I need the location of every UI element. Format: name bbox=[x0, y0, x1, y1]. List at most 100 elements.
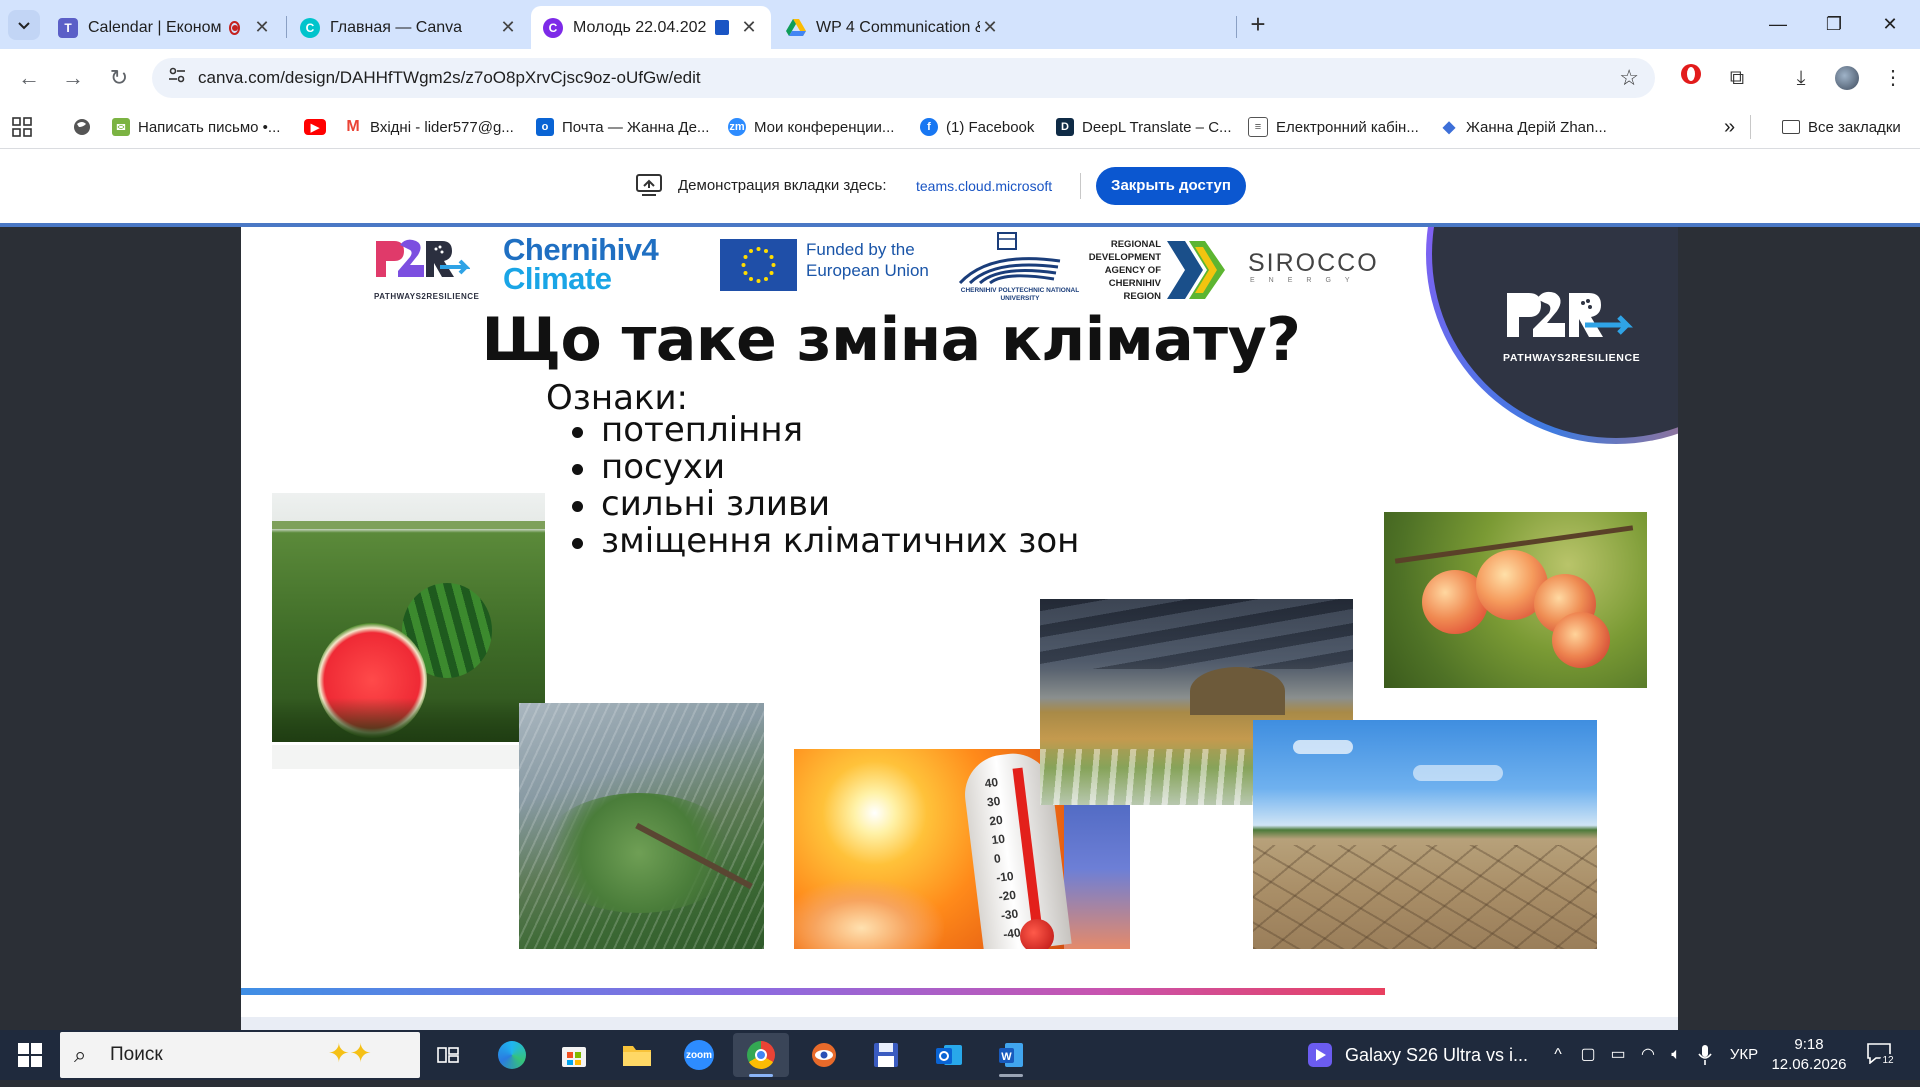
google-drive-icon bbox=[786, 18, 806, 38]
wifi-icon[interactable]: ◠ bbox=[1636, 1030, 1660, 1080]
sharing-target-link[interactable]: teams.cloud.microsoft bbox=[916, 149, 1052, 223]
tab-calendar[interactable]: T Calendar | Економіка підпр ✕ bbox=[46, 6, 284, 49]
show-hidden-icons[interactable]: ^ bbox=[1546, 1030, 1570, 1080]
media-title[interactable]: Galaxy S26 Ultra vs i... bbox=[1345, 1030, 1528, 1080]
polytechnic-logo bbox=[958, 232, 1061, 285]
sharing-divider bbox=[1080, 173, 1081, 199]
bookmark-gmail[interactable]: M Вхідні - lider577@g... bbox=[344, 106, 514, 148]
file-explorer-icon[interactable] bbox=[609, 1033, 665, 1077]
stop-sharing-button[interactable]: Закрыть доступ bbox=[1096, 167, 1246, 205]
chernihiv-logo-line1: Chernihiv4 bbox=[503, 232, 659, 267]
outlook-app-icon[interactable] bbox=[921, 1033, 977, 1077]
more-bookmarks-icon[interactable]: » bbox=[1724, 106, 1735, 148]
tab-canva-home[interactable]: C Главная — Canva ✕ bbox=[288, 6, 530, 49]
document-icon: ≡ bbox=[1248, 117, 1268, 137]
sirocco-subtitle: ENERGY bbox=[1250, 277, 1364, 284]
site-info-icon[interactable] bbox=[162, 63, 192, 93]
rda-line: AGENCY OF bbox=[1104, 265, 1161, 276]
task-view-icon[interactable] bbox=[420, 1033, 476, 1077]
media-player-icon[interactable] bbox=[1308, 1043, 1332, 1067]
outlook-icon: o bbox=[536, 118, 554, 136]
slide-title: Що таке зміна клімату? bbox=[481, 305, 1301, 375]
close-icon[interactable]: ✕ bbox=[980, 17, 1000, 38]
dry-field-photo[interactable] bbox=[1253, 720, 1597, 949]
list-item: потепління bbox=[572, 412, 1079, 449]
windows-start-icon[interactable] bbox=[18, 1043, 42, 1067]
rda-line: REGION bbox=[1123, 291, 1161, 302]
profile-avatar[interactable] bbox=[1832, 63, 1862, 93]
save-disk-icon[interactable] bbox=[858, 1033, 914, 1077]
close-window-button[interactable]: ✕ bbox=[1862, 0, 1918, 49]
extensions-icon[interactable]: ⧉ bbox=[1722, 63, 1752, 93]
opera-extension-icon[interactable] bbox=[1676, 63, 1706, 93]
watermelon-field-photo[interactable] bbox=[272, 493, 545, 742]
thermometer-tick: 30 bbox=[986, 793, 1002, 810]
eu-flag-icon bbox=[720, 239, 797, 291]
restore-button[interactable]: ❐ bbox=[1806, 0, 1862, 49]
polytechnic-caption: CHERNIHIV POLYTECHNIC NATIONAL UNIVERSIT… bbox=[960, 287, 1080, 302]
tab-search-button[interactable] bbox=[8, 10, 40, 40]
bookmark-star-icon[interactable]: ☆ bbox=[1619, 63, 1639, 93]
bookmark-zhanna[interactable]: ◆ Жанна Дерій Zhan... bbox=[1440, 106, 1607, 148]
canva-icon: C bbox=[543, 17, 563, 38]
edge-icon[interactable] bbox=[484, 1033, 540, 1077]
rain-on-tree-photo[interactable] bbox=[519, 703, 764, 949]
bookmark-deepl[interactable]: D DeepL Translate – C... bbox=[1056, 106, 1232, 148]
close-icon[interactable]: ✕ bbox=[739, 17, 759, 38]
reload-button[interactable]: ↻ bbox=[104, 63, 134, 93]
menu-dots-icon[interactable]: ⋮ bbox=[1878, 63, 1908, 93]
downloads-icon[interactable]: ⤓ bbox=[1786, 63, 1816, 93]
bookmarks-bar: ✉ Написать письмо •... ▶ M Вхідні - lide… bbox=[0, 106, 1920, 149]
zoom-app-icon[interactable]: zoom bbox=[671, 1033, 727, 1077]
youtube-icon[interactable]: ▶ bbox=[304, 106, 334, 148]
thermometer-tick: -20 bbox=[997, 887, 1017, 904]
meet-now-icon[interactable]: ▢ bbox=[1576, 1030, 1600, 1080]
p2r-caption: PATHWAYS2RESILIENCE bbox=[374, 292, 480, 301]
forward-button[interactable]: → bbox=[58, 63, 88, 93]
address-bar[interactable]: canva.com/design/DAHHfTWgm2s/z7oO8pXrvCj… bbox=[152, 58, 1655, 98]
mail-icon: ✉ bbox=[112, 118, 130, 136]
bookmark-facebook[interactable]: f (1) Facebook bbox=[920, 106, 1034, 148]
close-icon[interactable]: ✕ bbox=[252, 17, 272, 38]
thermometer-tick: 40 bbox=[983, 775, 999, 791]
active-indicator bbox=[749, 1074, 773, 1077]
tab-canva-design[interactable]: C Молодь 22.04.2026 — Пре ✕ bbox=[531, 6, 771, 49]
bookmark-zoom[interactable]: zm Мои конференции... bbox=[728, 106, 894, 148]
all-bookmarks[interactable]: Все закладки bbox=[1782, 106, 1901, 148]
language-indicator[interactable]: УКР bbox=[1722, 1030, 1766, 1080]
browser-toolbar: ← → ↻ canva.com/design/DAHHfTWgm2s/z7oO8… bbox=[0, 49, 1920, 106]
back-button[interactable]: ← bbox=[14, 63, 44, 93]
clock-date: 12.06.2026 bbox=[1771, 1056, 1847, 1073]
bookmark-mail[interactable]: ✉ Написать письмо •... bbox=[112, 106, 280, 148]
eye-app-icon[interactable] bbox=[796, 1033, 852, 1077]
chrome-icon[interactable] bbox=[733, 1033, 789, 1077]
volume-icon[interactable]: 🔈︎ bbox=[1664, 1030, 1688, 1080]
rda-chevrons-icon bbox=[1167, 241, 1225, 299]
bookmark-cabinet[interactable]: ≡ Електронний кабін... bbox=[1248, 106, 1419, 148]
apps-grid-icon[interactable] bbox=[12, 106, 32, 148]
battery-icon[interactable]: ▭ bbox=[1604, 1030, 1632, 1080]
globe-icon[interactable] bbox=[73, 106, 91, 148]
active-indicator bbox=[999, 1074, 1023, 1077]
chernihiv-logo-line2: Climate bbox=[503, 261, 612, 296]
close-icon[interactable]: ✕ bbox=[498, 17, 518, 38]
rda-logo-text: REGIONAL DEVELOPMENT AGENCY OF CHERNIHIV… bbox=[1079, 238, 1161, 303]
new-tab-button[interactable]: + bbox=[1243, 10, 1273, 40]
tab-wp4[interactable]: WP 4 Communication & Disser ✕ bbox=[774, 6, 1012, 49]
chernihiv4climate-logo: Chernihiv4 Climate bbox=[503, 232, 659, 296]
p2r-logo bbox=[376, 239, 470, 277]
store-icon[interactable] bbox=[546, 1033, 602, 1077]
notification-center-icon[interactable]: 12 bbox=[1866, 1042, 1896, 1068]
taskbar-search[interactable]: ⌕ Поиск ✦✦ bbox=[60, 1032, 420, 1078]
minimize-button[interactable]: — bbox=[1750, 0, 1806, 49]
list-item: сильні зливи bbox=[572, 486, 1079, 523]
peaches-photo[interactable] bbox=[1384, 512, 1647, 688]
word-icon[interactable]: W bbox=[983, 1033, 1039, 1077]
bookmark-mail-ru[interactable]: o Почта — Жанна Де... bbox=[536, 106, 709, 148]
microphone-icon[interactable] bbox=[1694, 1030, 1716, 1080]
list-item: посухи bbox=[572, 449, 1079, 486]
svg-text:W: W bbox=[1001, 1051, 1012, 1063]
presentation-slide[interactable]: PATHWAYS2RESILIENCE Chernihiv4 Climate F… bbox=[241, 227, 1678, 1017]
funded-line2: European Union bbox=[806, 261, 929, 280]
system-clock[interactable]: 9:18 12.06.2026 bbox=[1770, 1035, 1848, 1075]
